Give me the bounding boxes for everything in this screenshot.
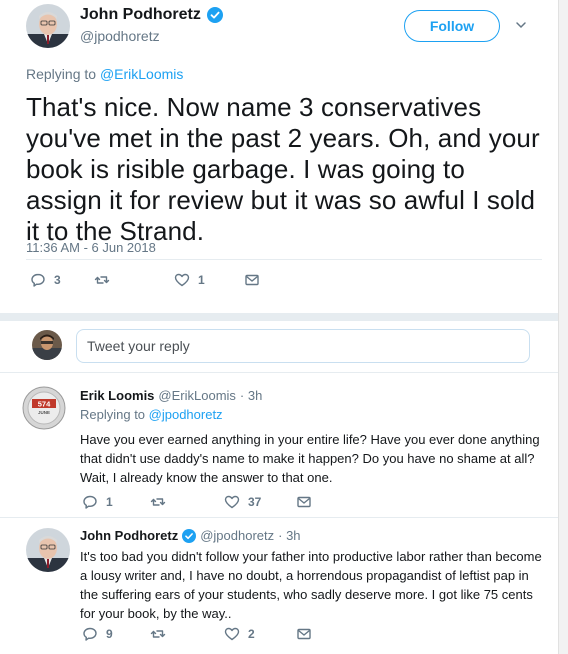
- like-button[interactable]: 1: [174, 272, 205, 288]
- like-count: 37: [248, 495, 262, 509]
- retweet-icon: [150, 626, 166, 642]
- reply-icon: [30, 272, 46, 288]
- avatar[interactable]: [26, 528, 70, 572]
- retweet-icon: [94, 272, 110, 288]
- dm-button[interactable]: [244, 272, 260, 288]
- tweet-text: That's nice. Now name 3 conservatives yo…: [26, 92, 540, 246]
- reply-icon: [82, 494, 98, 510]
- replying-to-link[interactable]: @jpodhoretz: [149, 407, 223, 422]
- reply-text: It's too bad you didn't follow your fath…: [80, 549, 542, 621]
- reply-age[interactable]: · 3h: [240, 388, 262, 403]
- current-user-avatar: [32, 330, 62, 360]
- like-count: 1: [198, 273, 205, 287]
- replying-to-link[interactable]: @ErikLoomis: [100, 66, 183, 82]
- reply-author-name[interactable]: Erik Loomis: [80, 388, 154, 403]
- retweet-button[interactable]: [150, 494, 174, 510]
- reply-text: Have you ever earned anything in your en…: [80, 432, 540, 485]
- divider: [0, 372, 558, 373]
- avatar-word: JUNE: [38, 410, 50, 415]
- reply-button[interactable]: 9: [82, 626, 113, 642]
- avatar[interactable]: 574 JUNE: [22, 386, 66, 430]
- reply-icon: [82, 626, 98, 642]
- verified-icon: [182, 528, 197, 543]
- reply-count: 1: [106, 495, 113, 509]
- reply-button[interactable]: 1: [82, 494, 113, 510]
- replying-to: Replying to @ErikLoomis: [26, 66, 183, 82]
- divider: [0, 517, 558, 518]
- dm-icon: [244, 272, 260, 288]
- reply-author-handle[interactable]: @jpodhoretz: [200, 528, 274, 543]
- like-icon: [224, 626, 240, 642]
- author-name[interactable]: John Podhoretz: [80, 6, 201, 24]
- follow-button[interactable]: Follow: [404, 10, 500, 42]
- reply-header: John Podhoretz @jpodhoretz · 3h: [80, 528, 301, 543]
- author-handle[interactable]: @jpodhoretz: [80, 28, 160, 44]
- author-name-row[interactable]: John Podhoretz: [80, 6, 223, 24]
- like-button[interactable]: 37: [224, 494, 261, 510]
- reply-header: Erik Loomis @ErikLoomis · 3h: [80, 388, 262, 403]
- section-separator: [0, 313, 558, 321]
- retweet-button[interactable]: [94, 272, 118, 288]
- reply-button[interactable]: 3: [30, 272, 61, 288]
- avatar[interactable]: [26, 4, 70, 48]
- like-count: 2: [248, 627, 255, 641]
- retweet-icon: [150, 494, 166, 510]
- like-icon: [174, 272, 190, 288]
- reply-author-handle[interactable]: @ErikLoomis: [158, 388, 236, 403]
- replying-to-prefix: Replying to: [26, 66, 100, 82]
- replying-to-prefix: Replying to: [80, 407, 149, 422]
- dm-icon: [296, 626, 312, 642]
- verified-icon: [206, 7, 223, 23]
- reply-count: 3: [54, 273, 61, 287]
- tweet-detail-panel: John Podhoretz @jpodhoretz Follow Replyi…: [0, 0, 558, 654]
- retweet-button[interactable]: [150, 626, 174, 642]
- dm-icon: [296, 494, 312, 510]
- like-icon: [224, 494, 240, 510]
- reply-input[interactable]: [76, 329, 530, 363]
- reply-age[interactable]: · 3h: [278, 528, 300, 543]
- reply-count: 9: [106, 627, 113, 641]
- dm-button[interactable]: [296, 494, 312, 510]
- reply-author-name[interactable]: John Podhoretz: [80, 528, 178, 543]
- divider: [26, 259, 542, 260]
- avatar-number: 574: [38, 400, 51, 409]
- replying-to: Replying to @jpodhoretz: [80, 407, 223, 422]
- chevron-down-icon[interactable]: [514, 18, 528, 32]
- like-button[interactable]: 2: [224, 626, 255, 642]
- tweet-timestamp[interactable]: 11:36 AM - 6 Jun 2018: [26, 240, 156, 255]
- dm-button[interactable]: [296, 626, 312, 642]
- scrollbar[interactable]: [558, 0, 568, 654]
